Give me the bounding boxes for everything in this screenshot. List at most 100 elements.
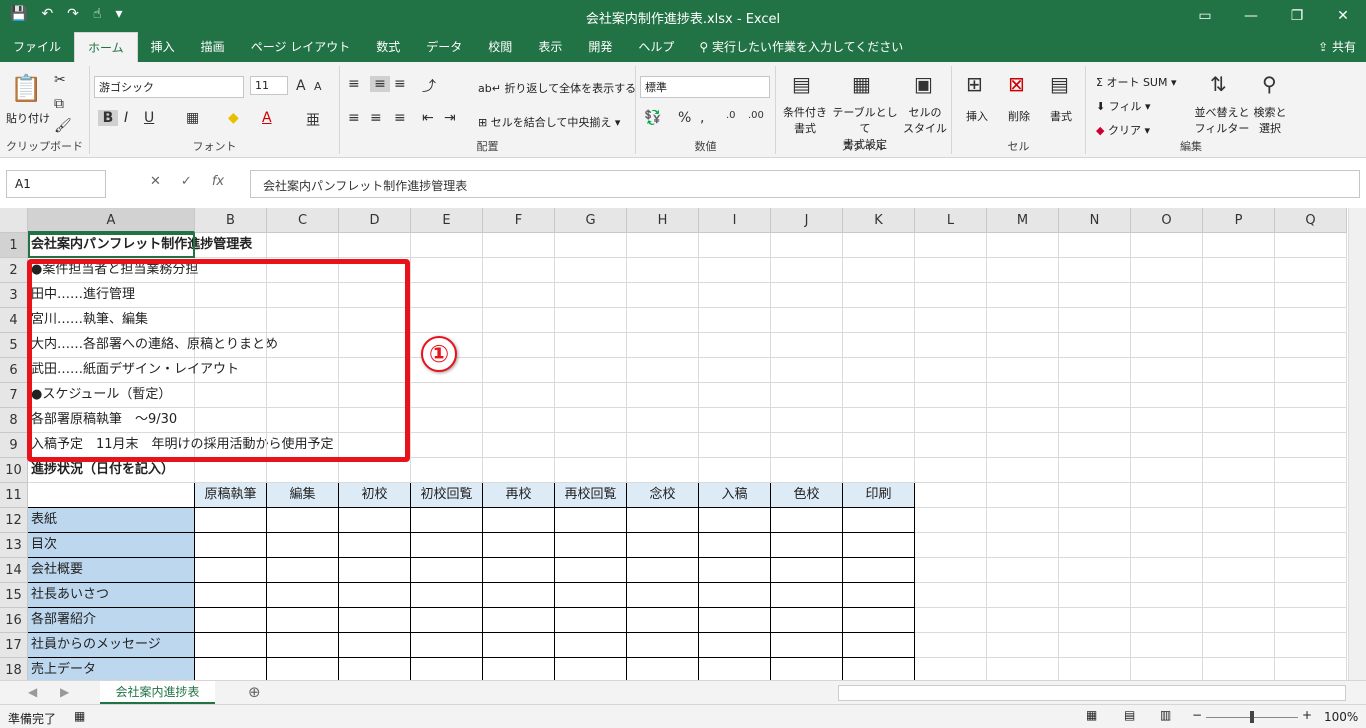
cell-k12[interactable]	[843, 508, 915, 533]
cell-l10[interactable]	[915, 458, 987, 483]
column-header-a[interactable]: A	[28, 208, 195, 233]
paste-button[interactable]: 貼り付け	[6, 110, 50, 126]
cell-d1[interactable]	[339, 233, 411, 258]
merge-center-button[interactable]: ⊞ セルを結合して中央揃え ▾	[478, 114, 620, 130]
cell-m4[interactable]	[987, 308, 1059, 333]
cell-q10[interactable]	[1275, 458, 1347, 483]
row-header-10[interactable]: 10	[0, 458, 28, 483]
cell-h14[interactable]	[627, 558, 699, 583]
cell-j15[interactable]	[771, 583, 843, 608]
cell-q1[interactable]	[1275, 233, 1347, 258]
cell-n14[interactable]	[1059, 558, 1131, 583]
cell-n9[interactable]	[1059, 433, 1131, 458]
cell-k1[interactable]	[843, 233, 915, 258]
cell-g2[interactable]	[555, 258, 627, 283]
cell-j1[interactable]	[771, 233, 843, 258]
conditional-format-icon[interactable]: ▤	[792, 72, 811, 96]
row-header-13[interactable]: 13	[0, 533, 28, 558]
cell-m1[interactable]	[987, 233, 1059, 258]
tab-formulas[interactable]: 数式	[363, 32, 413, 62]
cell-e15[interactable]	[411, 583, 483, 608]
fill-color-icon[interactable]: ◆	[228, 110, 239, 126]
grow-font-icon[interactable]: A	[296, 78, 306, 94]
cell-q17[interactable]	[1275, 633, 1347, 658]
cell-g16[interactable]	[555, 608, 627, 633]
cell-k4[interactable]	[843, 308, 915, 333]
row-header-8[interactable]: 8	[0, 408, 28, 433]
cell-h11[interactable]: 念校	[627, 483, 699, 508]
cell-i3[interactable]	[699, 283, 771, 308]
cell-q16[interactable]	[1275, 608, 1347, 633]
cell-k16[interactable]	[843, 608, 915, 633]
page-break-view-icon[interactable]: ▥	[1160, 708, 1171, 722]
tab-insert[interactable]: 挿入	[138, 32, 188, 62]
cell-l16[interactable]	[915, 608, 987, 633]
row-header-9[interactable]: 9	[0, 433, 28, 458]
cell-k9[interactable]	[843, 433, 915, 458]
cell-p7[interactable]	[1203, 383, 1275, 408]
cell-q14[interactable]	[1275, 558, 1347, 583]
cell-f3[interactable]	[483, 283, 555, 308]
find-select-icon[interactable]: ⚲	[1262, 72, 1277, 96]
cell-i10[interactable]	[699, 458, 771, 483]
column-header-n[interactable]: N	[1059, 208, 1131, 233]
row-header-3[interactable]: 3	[0, 283, 28, 308]
cell-styles-button[interactable]: セルの スタイル	[900, 104, 950, 136]
row-header-6[interactable]: 6	[0, 358, 28, 383]
cell-e12[interactable]	[411, 508, 483, 533]
tab-review[interactable]: 校閲	[475, 32, 525, 62]
cell-h5[interactable]	[627, 333, 699, 358]
delete-cells-icon[interactable]: ⊠	[1008, 72, 1025, 96]
cell-c12[interactable]	[267, 508, 339, 533]
cell-o12[interactable]	[1131, 508, 1203, 533]
cell-i13[interactable]	[699, 533, 771, 558]
paste-icon[interactable]: 📋	[10, 74, 42, 104]
insert-function-icon[interactable]: fx	[212, 174, 224, 189]
cell-q6[interactable]	[1275, 358, 1347, 383]
cell-g12[interactable]	[555, 508, 627, 533]
cell-b16[interactable]	[195, 608, 267, 633]
cell-q2[interactable]	[1275, 258, 1347, 283]
cell-g5[interactable]	[555, 333, 627, 358]
cell-g4[interactable]	[555, 308, 627, 333]
cell-h10[interactable]	[627, 458, 699, 483]
cell-f5[interactable]	[483, 333, 555, 358]
cell-j3[interactable]	[771, 283, 843, 308]
cell-o13[interactable]	[1131, 533, 1203, 558]
cell-n7[interactable]	[1059, 383, 1131, 408]
cell-c16[interactable]	[267, 608, 339, 633]
shrink-font-icon[interactable]: A	[314, 80, 322, 93]
italic-icon[interactable]: I	[124, 110, 128, 126]
cell-e10[interactable]	[411, 458, 483, 483]
cell-h9[interactable]	[627, 433, 699, 458]
cell-m12[interactable]	[987, 508, 1059, 533]
tab-help[interactable]: ヘルプ	[625, 32, 687, 62]
increase-indent-icon[interactable]: ⇥	[444, 110, 456, 126]
cell-k10[interactable]	[843, 458, 915, 483]
column-header-b[interactable]: B	[195, 208, 267, 233]
cell-i6[interactable]	[699, 358, 771, 383]
cell-n1[interactable]	[1059, 233, 1131, 258]
column-header-j[interactable]: J	[771, 208, 843, 233]
column-header-h[interactable]: H	[627, 208, 699, 233]
column-header-m[interactable]: M	[987, 208, 1059, 233]
cell-k6[interactable]	[843, 358, 915, 383]
cell-e2[interactable]	[411, 258, 483, 283]
cell-i1[interactable]	[699, 233, 771, 258]
cell-e16[interactable]	[411, 608, 483, 633]
cell-l2[interactable]	[915, 258, 987, 283]
cell-o1[interactable]	[1131, 233, 1203, 258]
cell-m9[interactable]	[987, 433, 1059, 458]
cell-l8[interactable]	[915, 408, 987, 433]
cell-f8[interactable]	[483, 408, 555, 433]
cell-q12[interactable]	[1275, 508, 1347, 533]
number-format-select[interactable]: 標準	[640, 76, 770, 98]
cell-g15[interactable]	[555, 583, 627, 608]
cell-i7[interactable]	[699, 383, 771, 408]
column-header-p[interactable]: P	[1203, 208, 1275, 233]
cell-l7[interactable]	[915, 383, 987, 408]
cell-i12[interactable]	[699, 508, 771, 533]
cell-m6[interactable]	[987, 358, 1059, 383]
cell-l15[interactable]	[915, 583, 987, 608]
row-header-2[interactable]: 2	[0, 258, 28, 283]
